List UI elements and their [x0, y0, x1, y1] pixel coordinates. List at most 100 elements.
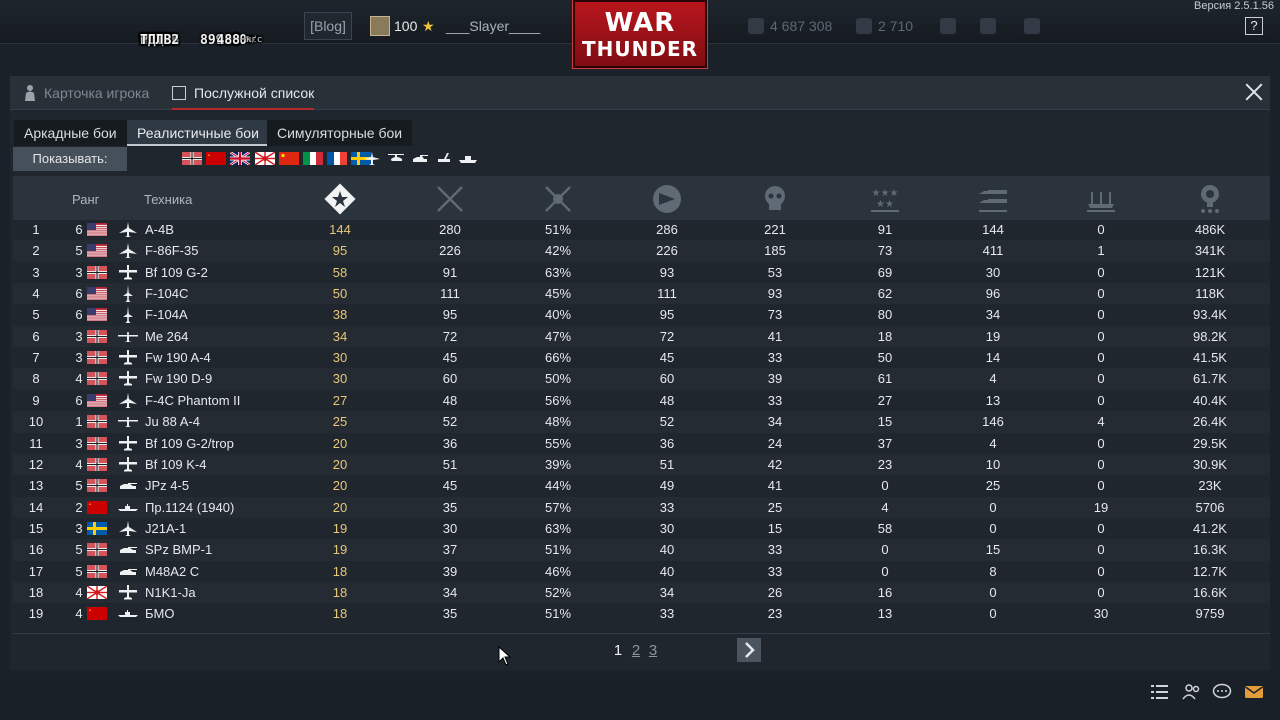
filter-anti-aircraft[interactable]	[434, 150, 454, 168]
row-c3: 45	[659, 350, 675, 366]
battles-icon[interactable]	[433, 182, 467, 216]
table-row[interactable]: 14 2 Пр.1124 (1940) 20 35 57% 33 25 4 0 19 5706	[13, 496, 1270, 518]
row-c1: 91	[442, 264, 458, 280]
vehicle-type	[118, 520, 138, 537]
row-c8: 12.7K	[1193, 563, 1227, 579]
filter-flag-uk[interactable]	[229, 150, 252, 167]
table-row[interactable]: 6 3 Me 264 34 72 47% 72 41 18 19 0 98.2K	[13, 325, 1270, 348]
table-row[interactable]: 19 4 БМО 18 35 51% 33 23 13 0 30 9759	[13, 603, 1270, 624]
score-icon[interactable]	[323, 182, 357, 216]
table-row[interactable]: 15 3 J21A-1 19 30 63% 30 15 58 0 0 41.2K	[13, 518, 1270, 539]
table-row[interactable]: 1 6 A-4B 144 280 51% 286 221 91 144 0 486K	[13, 219, 1270, 240]
air-kills-icon[interactable]: ★★★★★	[868, 182, 902, 216]
deaths-icon[interactable]	[758, 182, 792, 216]
next-page-button[interactable]	[737, 638, 761, 662]
filter-aircraft[interactable]	[362, 150, 382, 168]
vehicle-type	[118, 456, 138, 473]
row-number: 16	[28, 542, 44, 558]
row-c3: 226	[656, 243, 678, 259]
filter-helicopter[interactable]	[386, 150, 406, 168]
row-c4: 25	[767, 499, 783, 515]
mail-icon[interactable]	[1244, 683, 1264, 701]
row-rank: 6	[75, 307, 83, 323]
table-row[interactable]: 17 5 M48A2 C 18 39 46% 40 33 0 8 0 12.7K	[13, 561, 1270, 582]
tab-arcade-battles[interactable]: Аркадные бои	[14, 120, 127, 146]
table-row[interactable]: 10 1 Ju 88 A-4 25 52 48% 52 34 15 146 4 26.4K	[13, 411, 1270, 433]
table-row[interactable]: 18 4 N1K1-Ja 18 34 52% 34 26 16 0 0 16.6K	[13, 581, 1270, 604]
table-row[interactable]: 9 6 F-4C Phantom II 27 48 56% 48 33 27 13 0 40.4K	[13, 390, 1270, 411]
table-row[interactable]: 13 5 JPz 4-5 20 45 44% 49 41 0 25 0 23K	[13, 475, 1270, 496]
row-c3: 36	[659, 435, 675, 451]
table-row[interactable]: 3 3 Bf 109 G-2 58 91 63% 93 53 69 30 0 121K	[13, 262, 1270, 283]
respawns-icon[interactable]	[650, 182, 684, 216]
row-c6: 96	[985, 286, 1001, 302]
row-score: 20	[332, 478, 348, 494]
boat-icon	[459, 156, 477, 163]
row-c3: 51	[659, 456, 675, 472]
row-c7: 0	[1097, 328, 1105, 344]
tab-service-record[interactable]: Послужной список	[172, 76, 315, 110]
page-2[interactable]: 2	[629, 642, 643, 659]
table-row[interactable]: 5 6 F-104A 38 95 40% 95 73 80 34 0 93.4K	[13, 304, 1270, 325]
filter-flag-france[interactable]	[327, 152, 348, 166]
svg-text:★★: ★★	[876, 199, 894, 210]
table-row[interactable]: 8 4 Fw 190 D-9 30 60 50% 60 39 61 4 0 61.7K	[13, 368, 1270, 390]
row-score: 50	[332, 286, 348, 302]
row-c7: 0	[1097, 520, 1105, 536]
naval-kills-icon[interactable]	[1084, 182, 1118, 216]
tab-player-card[interactable]: Карточка игрока	[44, 76, 149, 110]
row-number: 8	[32, 371, 40, 387]
row-c5: 62	[877, 286, 893, 302]
row-c2: 57%	[544, 499, 572, 515]
filter-flag-japan[interactable]	[254, 151, 275, 166]
row-c7: 0	[1097, 478, 1105, 494]
filter-flag-germany[interactable]	[182, 152, 202, 166]
table-row[interactable]: 12 4 Bf 109 K-4 20 51 39% 51 42 23 10 0 30.9K	[13, 453, 1270, 476]
row-c5: 61	[877, 371, 893, 387]
germany-flag-icon	[87, 372, 107, 386]
chat-icon[interactable]	[1212, 683, 1232, 701]
filter-ground-vehicle[interactable]	[410, 150, 430, 168]
service-record-window: Карточка игрока Послужной список Аркадны…	[10, 76, 1270, 670]
list-icon[interactable]	[1150, 683, 1170, 701]
table-row[interactable]: 2 5 F-86F-35 95 226 42% 226 185 73 411 1 341K	[13, 240, 1270, 262]
row-rank: 5	[75, 243, 83, 259]
table-row[interactable]: 11 3 Bf 109 G-2/trop 20 36 55% 36 24 37 4 0 29.5K	[13, 433, 1270, 454]
prop-icon	[119, 371, 137, 386]
row-rank: 1	[75, 414, 83, 430]
country-flag	[87, 244, 107, 258]
row-number: 3	[32, 264, 40, 280]
experience-icon[interactable]	[1193, 182, 1227, 216]
tab-realistic-battles[interactable]: Реалистичные бои	[127, 120, 269, 146]
vehicle-column-header[interactable]: Техника	[144, 192, 192, 207]
row-number: 13	[28, 478, 44, 494]
filter-flag-china[interactable]	[278, 152, 299, 166]
row-c6: 13	[985, 392, 1001, 408]
row-c5: 13	[877, 606, 893, 622]
row-c8: 26.4K	[1193, 414, 1227, 430]
anti-aircraft-icon	[438, 153, 450, 162]
close-button[interactable]	[1244, 82, 1264, 102]
filter-boat[interactable]	[458, 150, 478, 168]
filter-flag-ussr[interactable]	[206, 152, 227, 166]
table-row[interactable]: 7 3 Fw 190 A-4 30 45 66% 45 33 50 14 0 41.5K	[13, 347, 1270, 368]
ground-kills-icon[interactable]	[976, 182, 1010, 216]
rank-column-header[interactable]: Ранг	[72, 192, 99, 207]
ussr-flag-icon	[206, 152, 227, 165]
country-flag	[87, 351, 107, 365]
row-c8: 341K	[1194, 243, 1226, 259]
page-1[interactable]: 1	[611, 642, 625, 659]
friends-icon[interactable]	[1182, 683, 1202, 701]
tab-simulator-battles[interactable]: Симуляторные бои	[267, 120, 413, 146]
japan-flag-icon	[87, 585, 107, 599]
tank-icon	[120, 568, 137, 575]
table-row[interactable]: 4 6 F-104C 50 111 45% 111 93 62 96 0 118K	[13, 283, 1270, 305]
usa-flag-icon	[87, 393, 107, 407]
victories-icon[interactable]	[541, 182, 575, 216]
row-c5: 0	[881, 478, 889, 494]
page-3[interactable]: 3	[646, 642, 660, 659]
filter-flag-italy[interactable]	[303, 152, 323, 166]
table-row[interactable]: 16 5 SPz BMP-1 19 37 51% 40 33 0 15 0 16.3K	[13, 539, 1270, 561]
japan-flag-icon	[254, 151, 275, 166]
show-filter-button[interactable]: Показывать:	[13, 147, 127, 171]
